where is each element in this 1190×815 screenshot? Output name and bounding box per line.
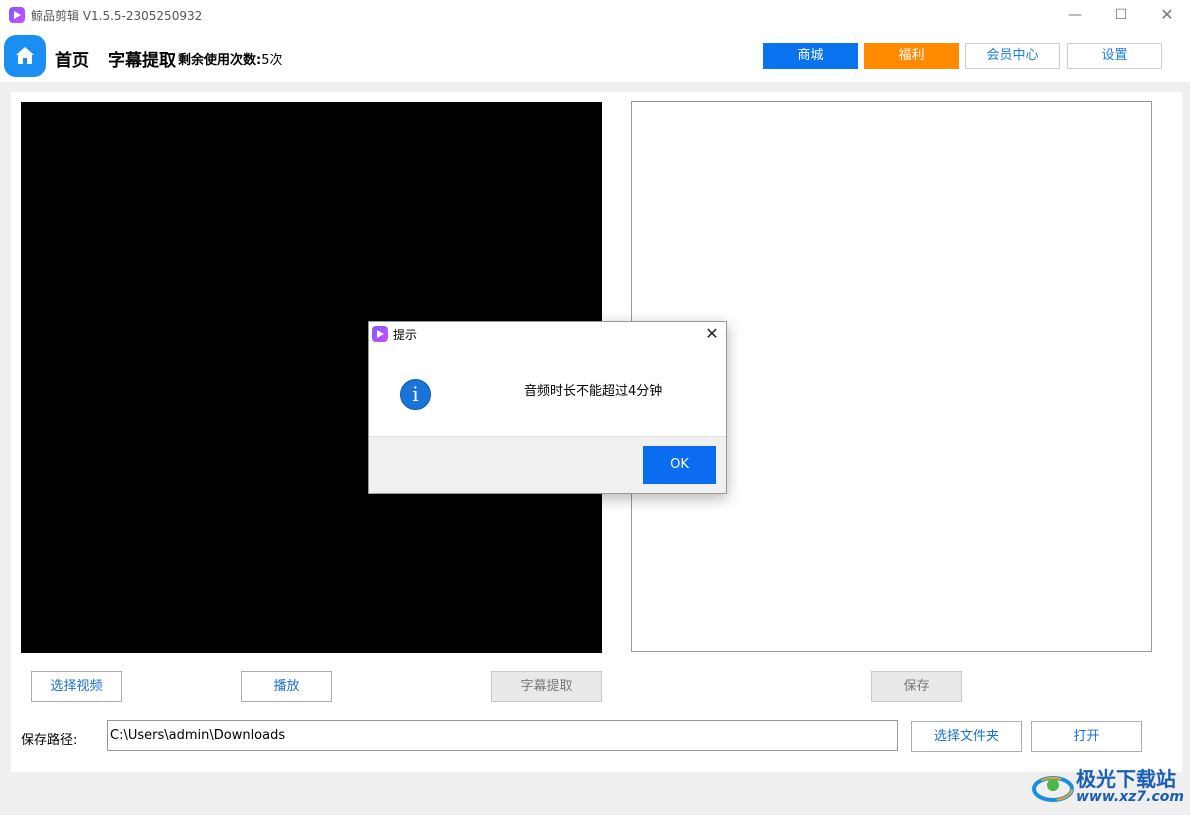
minimize-button[interactable]: —	[1052, 3, 1098, 27]
save-path-label: 保存路径:	[21, 733, 78, 748]
dialog-message: 音频时长不能超过4分钟	[524, 384, 663, 399]
watermark: 极光下载站 www.xz7.com	[1030, 761, 1190, 811]
nav-home-link[interactable]: 首页	[55, 46, 89, 71]
ok-button[interactable]: OK	[643, 446, 716, 484]
app-logo-icon	[9, 7, 25, 23]
welfare-button[interactable]: 福利	[864, 43, 959, 69]
info-icon: i	[400, 379, 431, 410]
play-button[interactable]: 播放	[241, 671, 332, 702]
title-bar: 鲸品剪辑 V1.5.5-2305250932 — ☐ ✕	[0, 0, 1190, 30]
top-navigation: 首页 字幕提取 剩余使用次数:5次 商城 福利 会员中心 设置	[0, 30, 1190, 82]
close-window-button[interactable]: ✕	[1144, 3, 1190, 27]
save-button[interactable]: 保存	[871, 671, 962, 702]
extract-subtitle-button[interactable]: 字幕提取	[491, 671, 602, 702]
mall-button[interactable]: 商城	[763, 43, 858, 69]
home-icon[interactable]	[4, 35, 46, 77]
dialog-title: 提示	[393, 328, 418, 342]
watermark-text: 极光下载站	[1076, 767, 1176, 791]
remaining-uses-label: 剩余使用次数:	[178, 53, 262, 68]
save-path-input[interactable]: C:\Users\admin\Downloads	[107, 720, 898, 751]
dialog-footer: OK	[369, 436, 726, 493]
maximize-button[interactable]: ☐	[1098, 3, 1144, 27]
window-title: 鲸品剪辑 V1.5.5-2305250932	[31, 9, 203, 23]
page-title: 字幕提取	[108, 51, 176, 71]
dialog-close-button[interactable]: ✕	[702, 324, 722, 344]
remaining-uses-value: 5次	[261, 53, 283, 68]
alert-dialog: 提示 ✕ i 音频时长不能超过4分钟 OK	[368, 321, 727, 494]
remaining-uses: 剩余使用次数:5次	[178, 49, 282, 68]
dialog-app-icon	[372, 326, 388, 342]
settings-button[interactable]: 设置	[1067, 43, 1162, 69]
watermark-url: www.xz7.com	[1076, 789, 1184, 805]
watermark-logo-icon	[1032, 776, 1074, 802]
open-folder-button[interactable]: 打开	[1031, 721, 1142, 752]
select-video-button[interactable]: 选择视频	[31, 671, 122, 702]
member-center-button[interactable]: 会员中心	[965, 43, 1060, 69]
choose-folder-button[interactable]: 选择文件夹	[911, 721, 1022, 752]
